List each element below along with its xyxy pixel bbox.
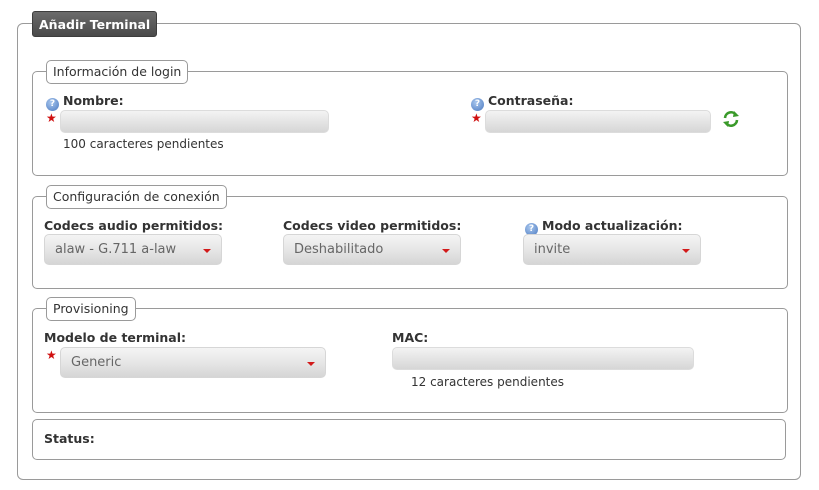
nombre-input[interactable] bbox=[60, 110, 329, 133]
mac-label: MAC: bbox=[392, 330, 429, 345]
dropdown-caret-icon bbox=[682, 249, 690, 253]
update-mode-select[interactable]: invite bbox=[523, 234, 701, 265]
status-box bbox=[32, 419, 786, 460]
dropdown-caret-icon bbox=[307, 362, 315, 366]
mac-input[interactable] bbox=[392, 347, 694, 370]
dropdown-caret-icon bbox=[442, 249, 450, 253]
password-label: ? Contraseña: bbox=[471, 93, 574, 111]
password-label-text: Contraseña: bbox=[488, 93, 574, 108]
refresh-icon[interactable] bbox=[722, 110, 740, 128]
terminal-model-select[interactable]: Generic bbox=[60, 347, 326, 378]
video-codecs-select[interactable]: Deshabilitado bbox=[283, 234, 461, 265]
video-codecs-value: Deshabilitado bbox=[294, 242, 384, 257]
help-icon[interactable]: ? bbox=[471, 98, 484, 111]
status-label: Status: bbox=[44, 431, 95, 446]
update-mode-value: invite bbox=[534, 242, 571, 257]
video-codecs-label: Codecs video permitidos: bbox=[283, 218, 462, 233]
nombre-label-text: Nombre: bbox=[63, 93, 124, 108]
terminal-model-value: Generic bbox=[71, 355, 122, 370]
login-legend: Información de login bbox=[46, 60, 189, 84]
nombre-remaining-hint: 100 caracteres pendientes bbox=[63, 137, 224, 151]
panel-title: Añadir Terminal bbox=[32, 11, 158, 37]
dropdown-caret-icon bbox=[203, 249, 211, 253]
required-star-icon: ★ bbox=[471, 111, 482, 125]
required-star-icon: ★ bbox=[46, 111, 57, 125]
connection-legend: Configuración de conexión bbox=[46, 185, 227, 209]
mac-remaining-hint: 12 caracteres pendientes bbox=[411, 375, 565, 389]
password-input[interactable] bbox=[485, 110, 711, 133]
help-icon[interactable]: ? bbox=[46, 98, 59, 111]
terminal-model-label: Modelo de terminal: bbox=[44, 330, 186, 345]
provisioning-legend: Provisioning bbox=[46, 297, 136, 321]
audio-codecs-label: Codecs audio permitidos: bbox=[44, 218, 224, 233]
audio-codecs-select[interactable]: alaw - G.711 a-law bbox=[44, 234, 222, 265]
nombre-label: ? Nombre: bbox=[46, 93, 124, 111]
required-star-icon: ★ bbox=[46, 348, 57, 362]
audio-codecs-value: alaw - G.711 a-law bbox=[55, 242, 177, 257]
update-mode-label-text: Modo actualización: bbox=[542, 218, 683, 233]
